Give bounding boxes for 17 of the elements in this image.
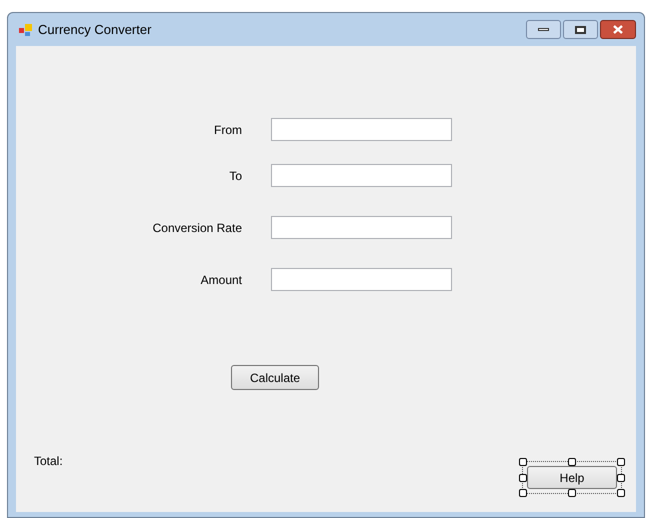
app-icon bbox=[18, 22, 34, 38]
total-label: Total: bbox=[34, 453, 63, 470]
close-button[interactable] bbox=[600, 20, 636, 39]
close-icon bbox=[613, 25, 623, 34]
window-title: Currency Converter bbox=[38, 20, 152, 39]
calculate-button[interactable]: Calculate bbox=[231, 365, 319, 390]
text-field[interactable] bbox=[271, 216, 452, 239]
field-label: From bbox=[213, 122, 242, 138]
help-button[interactable]: Help bbox=[527, 466, 617, 489]
text-field[interactable] bbox=[271, 268, 452, 291]
field-label: Amount bbox=[200, 272, 242, 288]
maximize-button[interactable] bbox=[563, 20, 598, 39]
minimize-button[interactable] bbox=[526, 20, 561, 39]
text-field[interactable] bbox=[271, 118, 452, 141]
field-label: Conversion Rate bbox=[152, 220, 242, 236]
field-label: To bbox=[228, 168, 242, 184]
text-field[interactable] bbox=[271, 164, 452, 187]
